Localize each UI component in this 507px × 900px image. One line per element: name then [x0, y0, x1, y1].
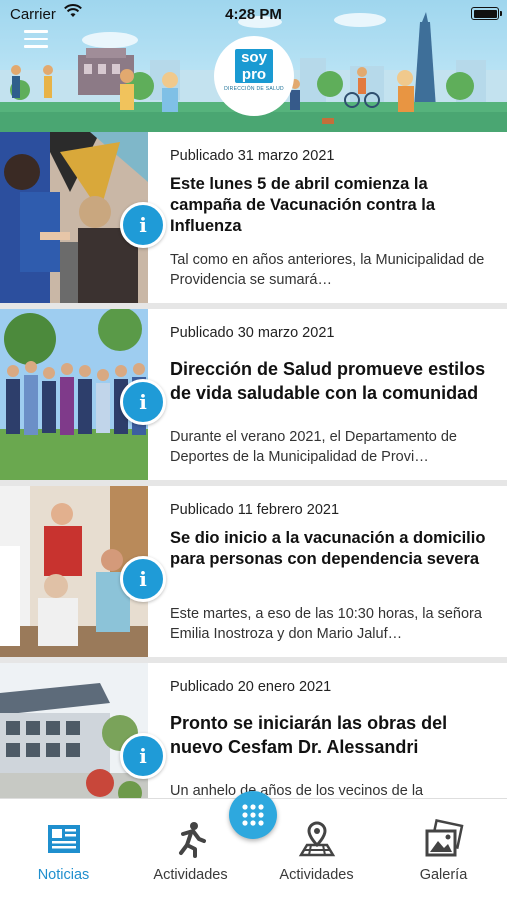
status-bar: Carrier 4:28 PM	[0, 0, 507, 28]
news-date: Publicado 30 marzo 2021	[170, 325, 335, 341]
grid-icon	[242, 804, 264, 826]
info-icon[interactable]: i	[120, 379, 166, 425]
news-item[interactable]: i Publicado 11 febrero 2021 Se dio inici…	[0, 486, 507, 657]
news-item[interactable]: i Publicado 30 marzo 2021 Dirección de S…	[0, 309, 507, 480]
apps-grid-button[interactable]	[229, 791, 277, 839]
news-title[interactable]: Se dio inicio a la vacunación a domicili…	[170, 528, 500, 570]
running-person-icon	[171, 819, 211, 859]
info-icon[interactable]: i	[120, 733, 166, 779]
news-title[interactable]: Este lunes 5 de abril comienza la campañ…	[170, 174, 500, 237]
info-icon[interactable]: i	[120, 556, 166, 602]
news-excerpt: Tal como en años anteriores, la Municipa…	[170, 252, 485, 288]
news-excerpt: Durante el verano 2021, el Departamento …	[170, 429, 457, 465]
logo-subtitle: DIRECCIÓN DE SALUD	[224, 86, 284, 92]
battery-icon	[471, 7, 502, 20]
news-date: Publicado 20 enero 2021	[170, 679, 332, 695]
tab-label: Noticias	[37, 867, 90, 883]
news-date: Publicado 31 marzo 2021	[170, 148, 335, 164]
news-title[interactable]: Pronto se iniciarán las obras del nuevo …	[170, 711, 500, 759]
soypro-logo: soy pro DIRECCIÓN DE SALUD	[214, 36, 294, 116]
hamburger-menu-icon[interactable]	[24, 30, 48, 50]
news-excerpt: Este martes, a eso de las 10:30 horas, l…	[170, 606, 482, 642]
newspaper-icon	[44, 819, 84, 859]
news-item[interactable]: i Publicado 20 enero 2021 Pronto se inic…	[0, 663, 507, 798]
tab-noticias[interactable]: Noticias	[0, 819, 127, 883]
info-icon[interactable]: i	[120, 202, 166, 248]
news-excerpt: Un anhelo de años de los vecinos de la	[170, 783, 424, 798]
logo-line-2: pro	[235, 66, 273, 83]
news-item[interactable]: i Publicado 31 marzo 2021 Este lunes 5 d…	[0, 132, 507, 303]
photo-gallery-icon	[424, 819, 464, 859]
map-pin-icon	[297, 819, 337, 859]
news-date: Publicado 11 febrero 2021	[170, 502, 340, 518]
tab-label: Actividades	[279, 867, 354, 883]
news-feed[interactable]: i Publicado 31 marzo 2021 Este lunes 5 d…	[0, 132, 507, 798]
tab-label: Actividades	[153, 867, 228, 883]
logo-line-1: soy	[235, 49, 273, 66]
header-banner: Carrier 4:28 PM soy pro DIRECCIÓN DE SAL…	[0, 0, 507, 132]
clock: 4:28 PM	[225, 6, 282, 23]
tab-label: Galería	[419, 867, 468, 883]
tab-galeria[interactable]: Galería	[380, 819, 507, 883]
news-title[interactable]: Dirección de Salud promueve estilos de v…	[170, 357, 500, 405]
news-thumbnail	[0, 663, 148, 798]
